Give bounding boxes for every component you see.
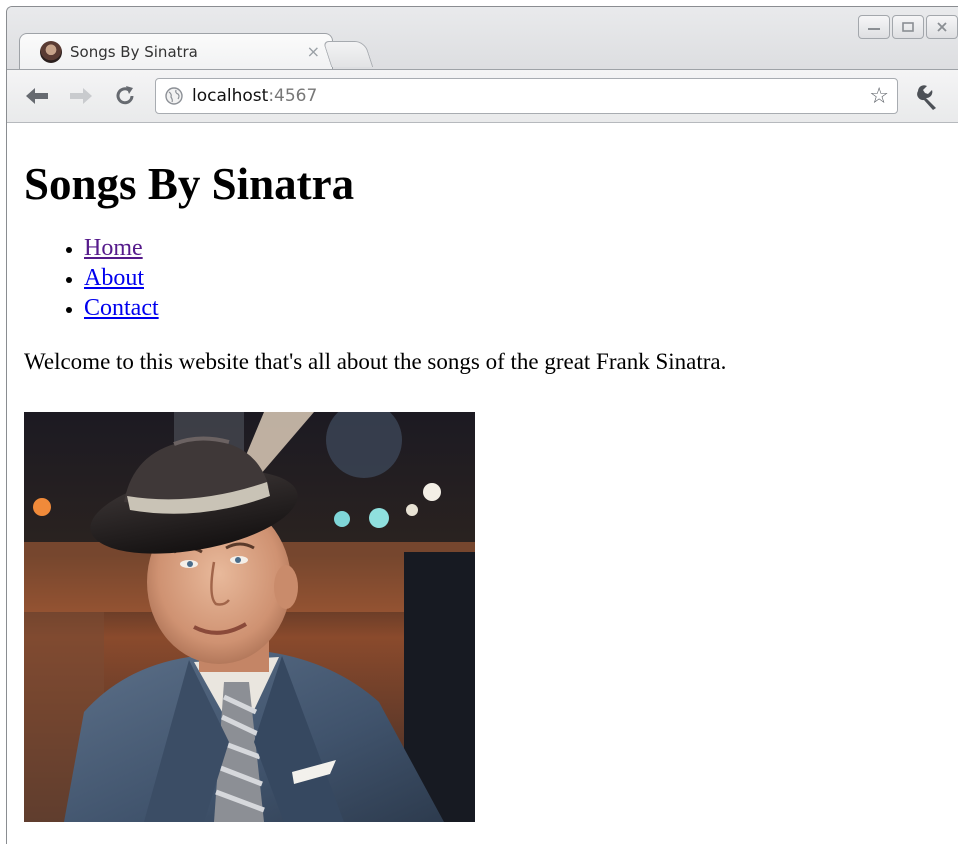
maximize-icon[interactable]	[892, 15, 924, 39]
title-bar: Songs By Sinatra ×	[7, 7, 958, 73]
close-icon[interactable]	[926, 15, 958, 39]
sinatra-photo	[24, 412, 475, 822]
forward-icon[interactable]	[67, 82, 95, 110]
window-controls	[858, 15, 958, 39]
site-nav: Home About Contact	[24, 233, 958, 323]
url-host: localhost	[192, 86, 269, 106]
url-port: :4567	[268, 86, 318, 106]
sinatra-favicon-icon	[40, 40, 62, 63]
browser-toolbar: localhost:4567 ☆	[7, 69, 958, 123]
page-content: Songs By Sinatra Home About Contact Welc…	[7, 123, 958, 844]
star-icon[interactable]: ☆	[869, 84, 889, 109]
reload-icon[interactable]	[111, 82, 139, 110]
wrench-icon[interactable]	[912, 82, 942, 112]
url-text[interactable]: localhost:4567	[192, 86, 869, 106]
about-link[interactable]: About	[84, 265, 144, 291]
minimize-icon[interactable]	[858, 15, 890, 39]
page-title: Songs By Sinatra	[24, 159, 355, 209]
back-icon[interactable]	[23, 82, 51, 110]
address-bar[interactable]: localhost:4567 ☆	[155, 78, 898, 114]
globe-icon	[165, 87, 183, 105]
nav-item-contact: Contact	[84, 293, 958, 323]
home-link[interactable]: Home	[84, 235, 143, 261]
browser-tab[interactable]: Songs By Sinatra ×	[19, 33, 333, 69]
new-tab-button[interactable]	[322, 41, 374, 67]
welcome-text: Welcome to this website that's all about…	[24, 349, 727, 374]
tab-title: Songs By Sinatra	[70, 42, 198, 61]
contact-link[interactable]: Contact	[84, 295, 159, 321]
tab-close-icon[interactable]: ×	[307, 42, 320, 61]
browser-window: Songs By Sinatra × localhost:4567 ☆ Song…	[6, 6, 958, 844]
nav-item-about: About	[84, 263, 958, 293]
nav-item-home: Home	[84, 233, 958, 263]
